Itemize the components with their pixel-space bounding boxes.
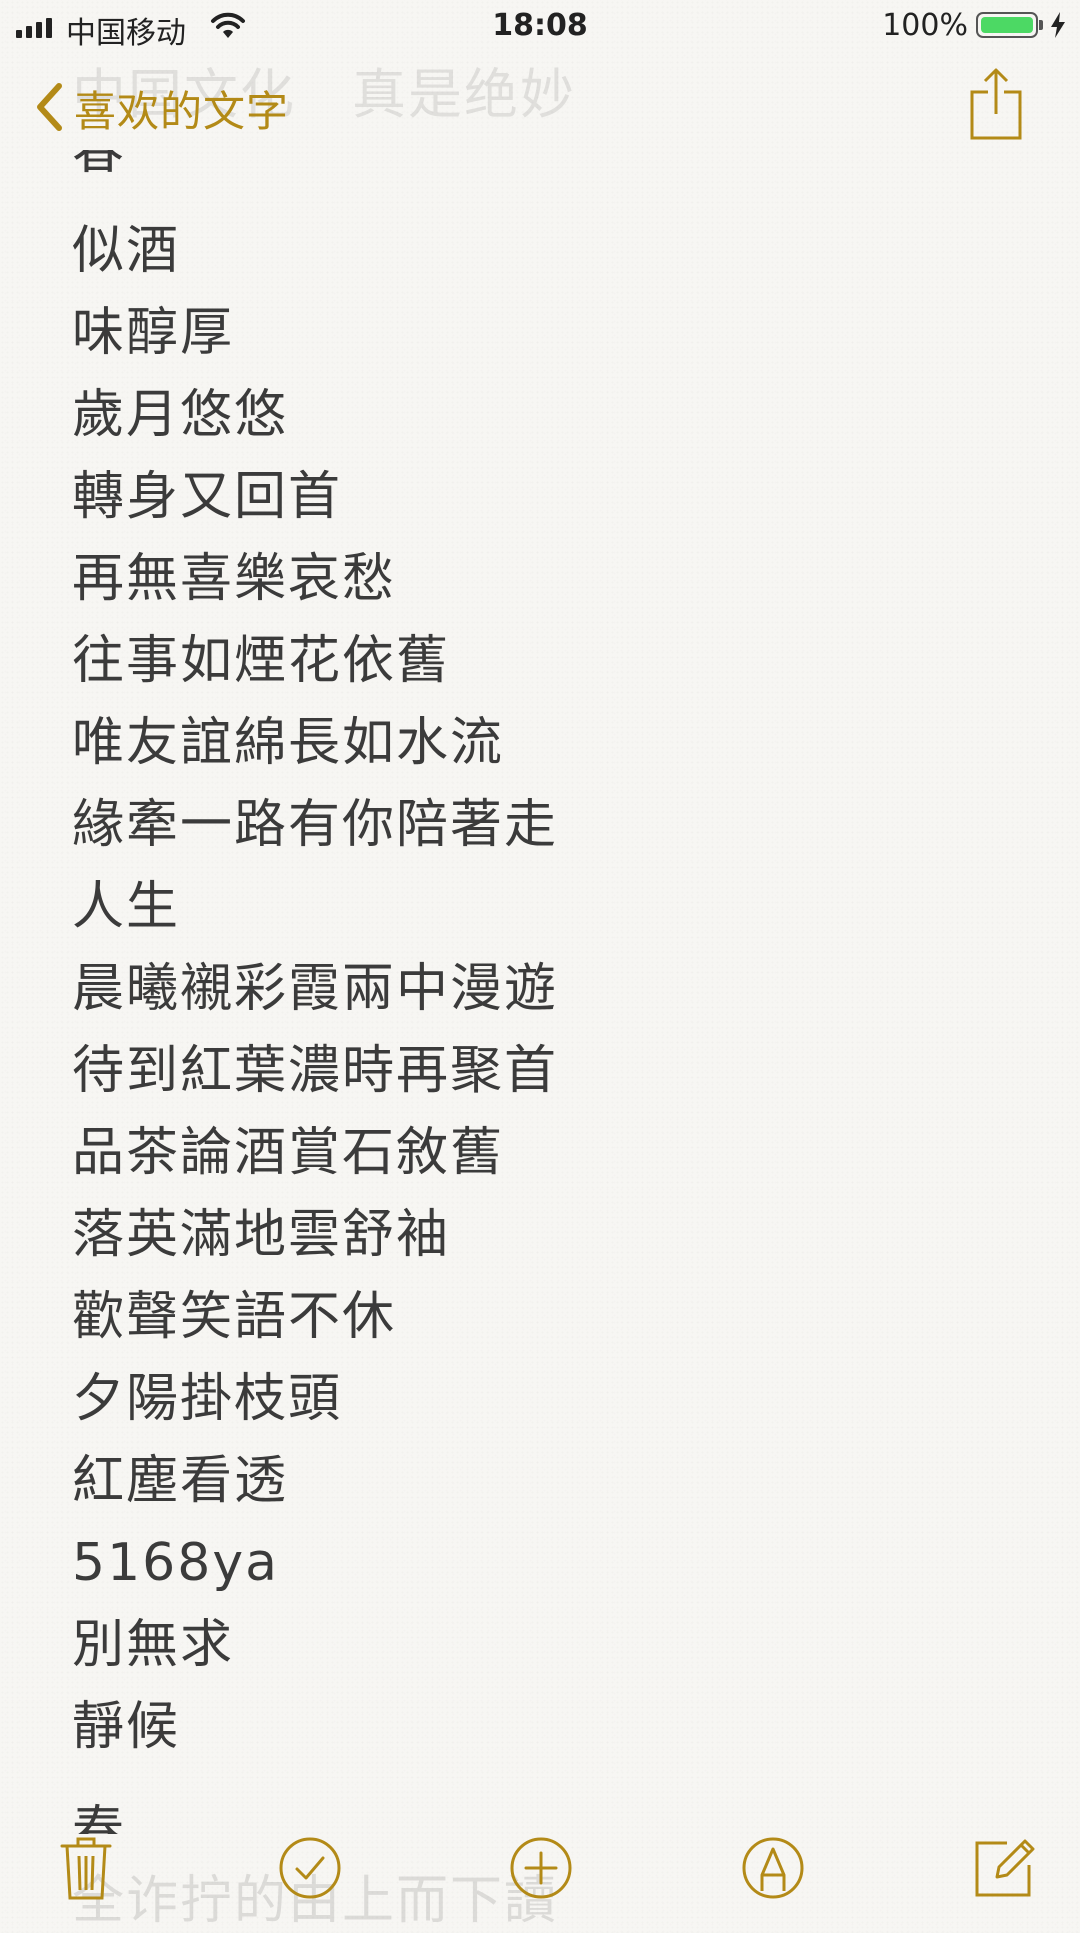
- markup-icon: [740, 1835, 806, 1905]
- battery-percentage: 100%: [882, 8, 968, 43]
- note-line: 品茶論酒賞石敘舊: [72, 1123, 505, 1183]
- back-button[interactable]: 喜欢的文字: [34, 78, 289, 139]
- note-line: 味醇厚: [72, 303, 235, 363]
- battery-level: [981, 17, 1033, 33]
- note-line: 再無喜樂哀愁: [72, 549, 397, 609]
- battery-nub: [1039, 20, 1043, 30]
- note-line: 落英滿地雲舒袖: [72, 1205, 451, 1265]
- add-attachment-button[interactable]: [501, 1830, 581, 1910]
- share-button[interactable]: [968, 66, 1024, 146]
- note-line: 5168ya: [72, 1533, 279, 1593]
- delete-button[interactable]: [46, 1830, 126, 1910]
- compose-button[interactable]: [964, 1830, 1044, 1910]
- note-line: 歲月悠悠: [72, 385, 289, 445]
- note-line: 唯友誼綿長如水流: [72, 713, 505, 773]
- note-line: 靜候: [72, 1697, 181, 1757]
- note-line: 夕陽掛枝頭: [72, 1369, 343, 1429]
- battery-icon: [976, 12, 1038, 38]
- markup-button[interactable]: [733, 1830, 813, 1910]
- note-line: 紅塵看透: [72, 1451, 289, 1511]
- note-line: 人生: [72, 877, 181, 937]
- note-line: 歡聲笑語不休: [72, 1287, 397, 1347]
- share-icon: [968, 68, 1024, 146]
- note-line: 晨曦襯彩霞兩中漫遊: [72, 959, 559, 1019]
- note-partial-line-top: 春: [72, 150, 472, 194]
- note-line: 緣牽一路有你陪著走: [72, 795, 559, 855]
- charging-bolt-icon: [1050, 12, 1066, 42]
- checklist-button[interactable]: [270, 1830, 350, 1910]
- trash-icon: [58, 1834, 114, 1906]
- compose-icon: [971, 1835, 1037, 1905]
- note-body[interactable]: 似酒味醇厚歲月悠悠轉身又回首再無喜樂哀愁 往事如煙花依舊 唯友誼綿長如水流 緣牽一路有…: [72, 210, 558, 1768]
- status-bar: 中国移动 18:08 100%: [0, 0, 1080, 54]
- note-line: 別無求: [72, 1615, 235, 1675]
- chevron-left-icon: [34, 82, 64, 136]
- add-icon: [508, 1835, 574, 1905]
- back-button-label: 喜欢的文字: [74, 87, 290, 136]
- note-line: 轉身又回首: [72, 467, 343, 527]
- note-line: 往事如煙花依舊: [72, 631, 451, 691]
- bottom-toolbar: [0, 1820, 1080, 1920]
- note-line: 待到紅葉濃時再聚首: [72, 1041, 559, 1101]
- note-line: 似酒: [72, 221, 181, 281]
- note-line: 春: [72, 150, 125, 181]
- checklist-icon: [277, 1835, 343, 1905]
